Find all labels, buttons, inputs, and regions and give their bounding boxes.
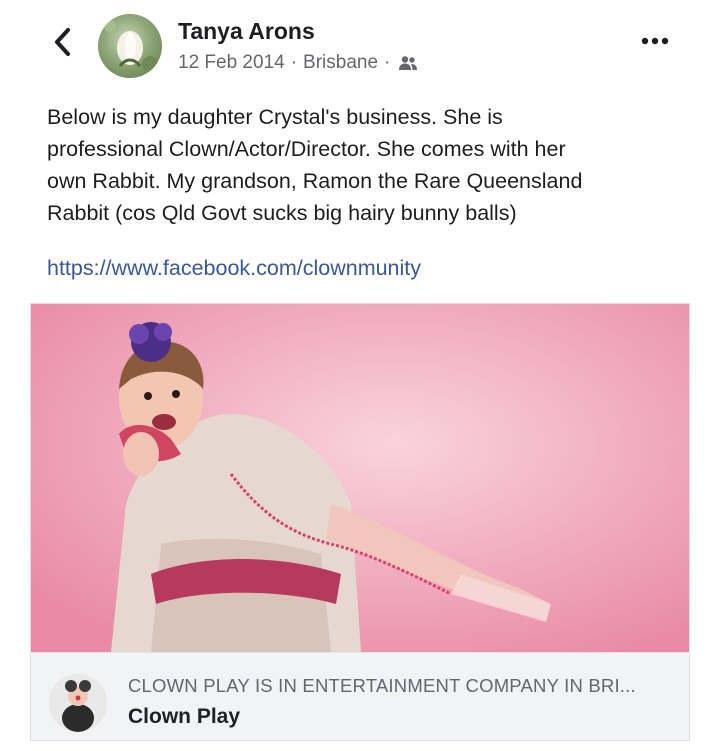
friends-icon[interactable]	[398, 55, 418, 71]
post-header: Tanya Arons 12 Feb 2014 · Brisbane ·	[0, 0, 720, 90]
more-options-icon	[641, 37, 669, 45]
post-text: Below is my daughter Crystal's business.…	[47, 105, 583, 225]
post-date[interactable]: 12 Feb 2014	[178, 52, 285, 74]
preview-title[interactable]: Clown Play	[128, 705, 240, 729]
meta-separator: ·	[290, 52, 298, 73]
author-avatar[interactable]	[98, 14, 162, 78]
page-avatar	[49, 674, 107, 732]
link-preview-card[interactable]: CLOWN PLAY IS IN ENTERTAINMENT COMPANY I…	[30, 303, 690, 741]
post-meta: 12 Feb 2014 · Brisbane ·	[178, 52, 418, 74]
preview-image[interactable]	[31, 304, 689, 652]
more-options-button[interactable]	[638, 26, 672, 56]
link-preview-footer: CLOWN PLAY IS IN ENTERTAINMENT COMPANY I…	[31, 652, 689, 740]
post-location[interactable]: Brisbane	[303, 52, 378, 74]
back-chevron-icon	[55, 28, 70, 56]
back-button[interactable]	[48, 22, 76, 62]
author-name[interactable]: Tanya Arons	[178, 18, 315, 45]
meta-separator: ·	[384, 52, 391, 73]
preview-domain: CLOWN PLAY IS IN ENTERTAINMENT COMPANY I…	[128, 675, 636, 696]
post-link[interactable]: https://www.facebook.com/clownmunity	[47, 256, 421, 281]
